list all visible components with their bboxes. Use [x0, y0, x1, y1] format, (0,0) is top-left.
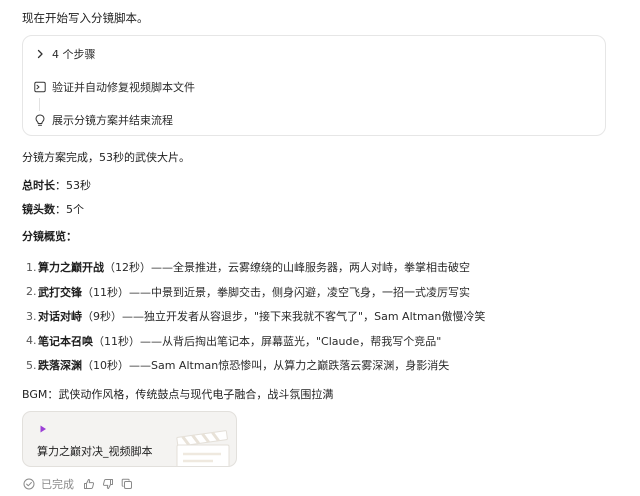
chevron-right-icon [33, 47, 47, 61]
shot-list: 1. 算力之巅开战 （12秒）——全景推进，云雾缭绕的山峰服务器，两人对峙，拳掌… [26, 255, 626, 378]
list-number: 4. [26, 334, 37, 348]
message-footer: 已完成 [22, 476, 139, 492]
shot-title: 对话对峙 [38, 310, 82, 324]
shots-count-label: 镜头数 [22, 203, 55, 216]
bgm-text: BGM：武侠动作风格，传统鼓点与现代电子融合，战斗氛围拉满 [22, 388, 334, 401]
status-text: 已完成 [41, 478, 74, 491]
shot-description: （11秒）——中景到近景，拳脚交击，侧身闪避，凌空飞身，一招一式凌厉写实 [82, 285, 470, 299]
shot-title: 笔记本召唤 [38, 334, 93, 348]
play-icon [38, 424, 48, 434]
shot-description: （11秒）——从背后掏出笔记本，屏幕蓝光，"Claude，帮我写个竞品" [93, 334, 442, 348]
step-connector [39, 98, 40, 111]
shot-title: 跌落深渊 [38, 359, 82, 373]
list-item: 2. 武打交锋 （11秒）——中景到近景，拳脚交击，侧身闪避，凌空飞身，一招一式… [26, 280, 626, 305]
file-card[interactable]: 算力之巅对决_视频脚本 [22, 411, 237, 467]
list-item: 3. 对话对峙 （9秒）——独立开发者从容退步，"接下来我就不客气了"，Sam … [26, 304, 626, 329]
check-circle-icon [22, 478, 35, 491]
shot-title: 武打交锋 [38, 285, 82, 299]
thumbs-down-icon[interactable] [101, 478, 114, 491]
overview-heading: 分镜概览： [22, 230, 77, 243]
lightbulb-icon [33, 113, 47, 127]
list-number: 5. [26, 358, 37, 372]
shots-count-value: 5个 [66, 203, 84, 216]
step-item-present: 展示分镜方案并结束流程 [33, 111, 173, 129]
file-name: 算力之巅对决_视频脚本 [37, 445, 153, 458]
duration-label: 总时长 [22, 179, 55, 192]
steps-panel: 4 个步骤 验证并自动修复视频脚本文件 展示分镜方案并结束流程 [22, 35, 606, 136]
list-number: 3. [26, 309, 37, 323]
copy-icon[interactable] [120, 478, 133, 491]
shot-description: （12秒）——全景推进，云雾缭绕的山峰服务器，两人对峙，拳掌相击破空 [104, 261, 470, 275]
thumbs-up-icon[interactable] [82, 478, 95, 491]
list-item: 1. 算力之巅开战 （12秒）——全景推进，云雾缭绕的山峰服务器，两人对峙，拳掌… [26, 255, 626, 280]
shot-description: （10秒）——Sam Altman惊恐惨叫，从算力之巅跌落云雾深渊，身影消失 [82, 359, 450, 373]
steps-toggle[interactable]: 4 个步骤 [33, 45, 96, 63]
list-item: 5. 跌落深渊 （10秒）——Sam Altman惊恐惨叫，从算力之巅跌落云雾深… [26, 353, 626, 378]
shot-title: 算力之巅开战 [38, 261, 104, 275]
duration-row: 总时长：53秒 [22, 177, 91, 193]
duration-sep: ： [55, 179, 66, 192]
list-number: 2. [26, 285, 37, 299]
step-label: 验证并自动修复视频脚本文件 [52, 81, 195, 94]
list-number: 1. [26, 260, 37, 274]
shots-count-row: 镜头数：5个 [22, 201, 84, 217]
step-label: 展示分镜方案并结束流程 [52, 114, 173, 127]
shots-count-sep: ： [55, 203, 66, 216]
step-item-verify: 验证并自动修复视频脚本文件 [33, 78, 195, 96]
duration-value: 53秒 [66, 179, 91, 192]
intro-text: 现在开始写入分镜脚本。 [22, 11, 149, 25]
list-item: 4. 笔记本召唤 （11秒）——从背后掏出笔记本，屏幕蓝光，"Claude，帮我… [26, 329, 626, 354]
shot-description: （9秒）——独立开发者从容退步，"接下来我就不客气了"，Sam Altman傲慢… [82, 310, 486, 324]
clapperboard-icon [173, 430, 233, 466]
summary-text: 分镜方案完成，53秒的武侠大片。 [22, 151, 190, 164]
steps-count-label: 4 个步骤 [52, 48, 96, 61]
terminal-icon [33, 80, 47, 94]
